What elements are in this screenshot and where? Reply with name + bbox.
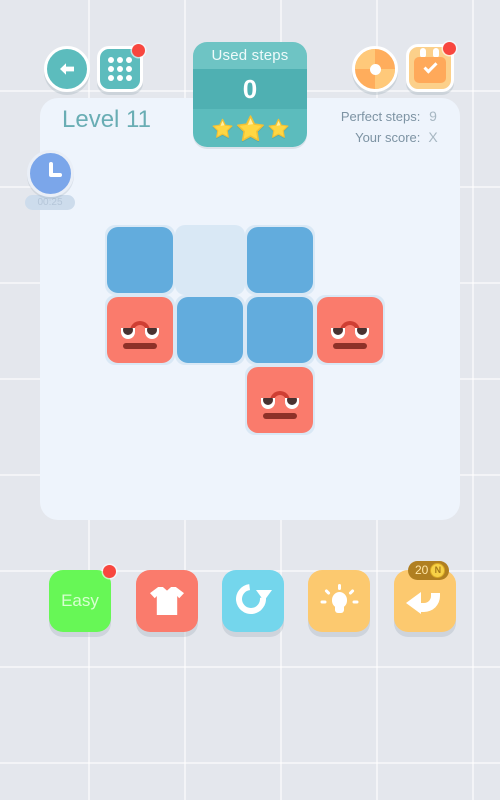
lightbulb-icon — [320, 584, 359, 618]
perfect-steps-row: Perfect steps: 9 — [341, 106, 442, 127]
eye-left — [121, 328, 135, 339]
levels-button[interactable] — [97, 44, 145, 92]
used-steps-panel: Used steps 0 — [193, 42, 307, 147]
star-icon — [268, 118, 288, 138]
notification-badge-calendar — [443, 42, 456, 55]
mouth — [263, 413, 297, 419]
tshirt-icon — [150, 587, 184, 615]
your-score-row: Your score: X — [341, 127, 442, 148]
board-tile-blue[interactable] — [247, 297, 313, 363]
star-icon — [212, 118, 232, 138]
timer-widget: 00:25 — [25, 150, 77, 210]
perfect-steps-label: Perfect steps: — [340, 109, 421, 124]
undo-cost-badge: 20 N — [408, 561, 450, 580]
back-arrow-icon — [60, 63, 74, 75]
board-cell-slot — [175, 225, 245, 295]
undo-arrow-icon — [406, 586, 444, 616]
mouth — [123, 343, 157, 349]
eye-left — [331, 328, 345, 339]
daily-calendar-button[interactable] — [406, 42, 456, 92]
difficulty-button[interactable]: Easy — [49, 565, 116, 632]
angry-face-icon — [107, 297, 173, 363]
board-tile-blue[interactable] — [177, 297, 243, 363]
eye-right — [285, 398, 299, 409]
coin-icon: N — [430, 563, 446, 578]
clock-icon — [27, 150, 74, 197]
undo-arrowtail — [418, 593, 440, 612]
back-button[interactable] — [44, 46, 90, 92]
eye-left — [261, 398, 275, 409]
your-score-label: Your score: — [355, 130, 421, 145]
your-score-value: X — [428, 129, 438, 145]
star-rating — [193, 109, 307, 147]
board-tile-red[interactable] — [247, 367, 313, 433]
board-tile-blue[interactable] — [107, 227, 173, 293]
score-box: Perfect steps: 9 Your score: X — [341, 106, 442, 148]
angry-face-icon — [247, 367, 313, 433]
timer-value: 00:25 — [25, 195, 75, 210]
page-title: Level 11 — [62, 106, 151, 133]
clock-hand-hour — [49, 173, 62, 177]
star-icon — [236, 114, 264, 141]
fortune-wheel-icon — [369, 63, 381, 75]
calendar-check-icon — [414, 57, 446, 83]
mouth — [333, 343, 367, 349]
restart-button[interactable] — [222, 570, 284, 632]
perfect-steps-value: 9 — [429, 108, 437, 124]
board-tile-blue[interactable] — [247, 227, 313, 293]
difficulty-label: Easy — [61, 591, 99, 610]
grid-levels-icon — [108, 57, 132, 81]
check-icon — [423, 59, 438, 74]
notification-badge-levels — [132, 44, 145, 57]
notification-badge-difficulty — [103, 565, 116, 578]
used-steps-label: Used steps — [193, 42, 307, 69]
used-steps-value: 0 — [193, 69, 307, 109]
fortune-wheel-button[interactable] — [352, 46, 398, 92]
game-board[interactable] — [105, 225, 395, 455]
hint-button[interactable] — [308, 570, 370, 632]
undo-cost-value: 20 — [415, 563, 429, 577]
restart-arrowhead — [256, 590, 272, 601]
restart-icon — [229, 577, 273, 621]
eye-right — [355, 328, 369, 339]
bottom-toolbar: Easy 20 N — [0, 561, 500, 650]
board-tile-red[interactable] — [107, 297, 173, 363]
skin-button[interactable] — [136, 570, 198, 632]
undo-button[interactable]: 20 N — [394, 561, 456, 632]
eye-right — [145, 328, 159, 339]
board-tile-red[interactable] — [317, 297, 383, 363]
angry-face-icon — [317, 297, 383, 363]
